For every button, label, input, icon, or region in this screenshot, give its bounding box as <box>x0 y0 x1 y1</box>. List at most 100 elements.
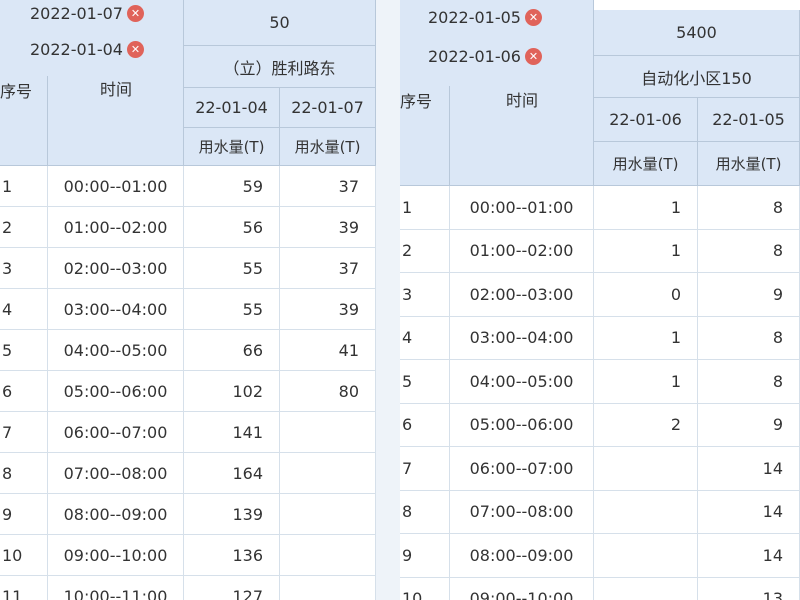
row-time: 05:00--06:00 <box>450 403 594 447</box>
column-header-time: 时间 <box>505 91 538 110</box>
row-time: 09:00--10:00 <box>48 535 184 576</box>
row-index: 9 <box>0 494 48 535</box>
row-value-a: 141 <box>184 412 280 453</box>
row-value-b <box>280 576 376 600</box>
column-header-index: 序号 <box>400 86 450 186</box>
date-column-header: 22-01-06 <box>594 98 698 142</box>
row-value-a: 127 <box>184 576 280 600</box>
unit-header: 用水量(T) <box>184 128 280 166</box>
date-filter-chip[interactable]: 2022-01-06 ✕ <box>428 47 542 66</box>
row-time: 10:00--11:00 <box>48 576 184 600</box>
date-filter-chip[interactable]: 2022-01-07 ✕ <box>30 4 144 23</box>
station-code: 5400 <box>594 10 800 56</box>
row-time: 03:00--04:00 <box>48 289 184 330</box>
row-index: 5 <box>400 360 450 404</box>
row-time: 00:00--01:00 <box>48 166 184 207</box>
row-index: 10 <box>400 577 450 600</box>
row-value-b: 9 <box>698 273 800 317</box>
row-time: 05:00--06:00 <box>48 371 184 412</box>
unit-header: 用水量(T) <box>698 142 800 186</box>
row-value-b: 8 <box>698 186 800 230</box>
row-value-b: 14 <box>698 534 800 578</box>
row-value-a: 164 <box>184 453 280 494</box>
column-header-index: 序号 <box>0 76 48 166</box>
row-value-a: 56 <box>184 207 280 248</box>
date-filter-label: 2022-01-05 <box>428 8 521 27</box>
row-value-a: 1 <box>594 316 698 360</box>
station-code: 50 <box>184 0 376 46</box>
row-time: 08:00--09:00 <box>48 494 184 535</box>
row-value-b: 39 <box>280 289 376 330</box>
row-value-a: 2 <box>594 403 698 447</box>
row-time: 04:00--05:00 <box>450 360 594 404</box>
row-value-a: 102 <box>184 371 280 412</box>
row-index: 3 <box>400 273 450 317</box>
row-index: 7 <box>0 412 48 453</box>
row-value-a: 59 <box>184 166 280 207</box>
unit-header: 用水量(T) <box>594 142 698 186</box>
date-filter-chip[interactable]: 2022-01-04 ✕ <box>30 40 144 59</box>
row-index: 10 <box>0 535 48 576</box>
row-index: 7 <box>400 447 450 491</box>
row-index: 4 <box>400 316 450 360</box>
row-value-a: 136 <box>184 535 280 576</box>
close-icon[interactable]: ✕ <box>126 41 144 58</box>
row-value-b: 37 <box>280 248 376 289</box>
row-index: 9 <box>400 534 450 578</box>
row-index: 6 <box>0 371 48 412</box>
row-value-a <box>594 490 698 534</box>
date-filter-label: 2022-01-06 <box>428 47 521 66</box>
row-value-b <box>280 535 376 576</box>
row-value-a: 1 <box>594 229 698 273</box>
right-report-panel: 2022-01-05 ✕ 2022-01-06 ✕ 序号 时间 5400 自动化… <box>400 0 800 600</box>
row-time: 07:00--08:00 <box>450 490 594 534</box>
date-column-header: 22-01-07 <box>280 88 376 128</box>
row-value-b: 8 <box>698 360 800 404</box>
row-index: 8 <box>0 453 48 494</box>
row-value-b: 14 <box>698 447 800 491</box>
row-value-b <box>280 453 376 494</box>
row-value-a: 55 <box>184 289 280 330</box>
row-index: 6 <box>400 403 450 447</box>
row-value-b: 39 <box>280 207 376 248</box>
row-value-a <box>594 534 698 578</box>
row-value-a: 1 <box>594 186 698 230</box>
close-icon[interactable]: ✕ <box>524 48 542 65</box>
close-icon[interactable]: ✕ <box>126 5 144 22</box>
row-value-a: 66 <box>184 330 280 371</box>
row-index: 8 <box>400 490 450 534</box>
row-time: 00:00--01:00 <box>450 186 594 230</box>
row-value-a: 139 <box>184 494 280 535</box>
left-report-panel: 2022-01-07 ✕ 2022-01-04 ✕ 序号 时间 50 （立）胜利… <box>0 0 400 600</box>
row-value-a: 0 <box>594 273 698 317</box>
row-value-a <box>594 577 698 600</box>
row-value-b: 14 <box>698 490 800 534</box>
row-value-b <box>280 494 376 535</box>
row-value-b: 8 <box>698 229 800 273</box>
row-index: 1 <box>0 166 48 207</box>
row-time: 04:00--05:00 <box>48 330 184 371</box>
date-filter-chip[interactable]: 2022-01-05 ✕ <box>428 8 542 27</box>
column-gutter <box>376 0 400 600</box>
station-name: 自动化小区150 <box>594 56 800 98</box>
row-value-b: 41 <box>280 330 376 371</box>
row-index: 2 <box>0 207 48 248</box>
row-time: 01:00--02:00 <box>450 229 594 273</box>
row-value-a <box>594 447 698 491</box>
date-filter-label: 2022-01-07 <box>30 4 123 23</box>
row-time: 09:00--10:00 <box>450 577 594 600</box>
row-index: 11 <box>0 576 48 600</box>
close-icon[interactable]: ✕ <box>524 9 542 26</box>
row-value-b <box>280 412 376 453</box>
row-value-b: 8 <box>698 316 800 360</box>
row-value-a: 1 <box>594 360 698 404</box>
row-value-b: 80 <box>280 371 376 412</box>
row-value-a: 55 <box>184 248 280 289</box>
row-value-b: 13 <box>698 577 800 600</box>
row-time: 06:00--07:00 <box>450 447 594 491</box>
row-value-b: 37 <box>280 166 376 207</box>
row-time: 03:00--04:00 <box>450 316 594 360</box>
row-time: 08:00--09:00 <box>450 534 594 578</box>
station-name: （立）胜利路东 <box>184 46 376 88</box>
row-index: 4 <box>0 289 48 330</box>
